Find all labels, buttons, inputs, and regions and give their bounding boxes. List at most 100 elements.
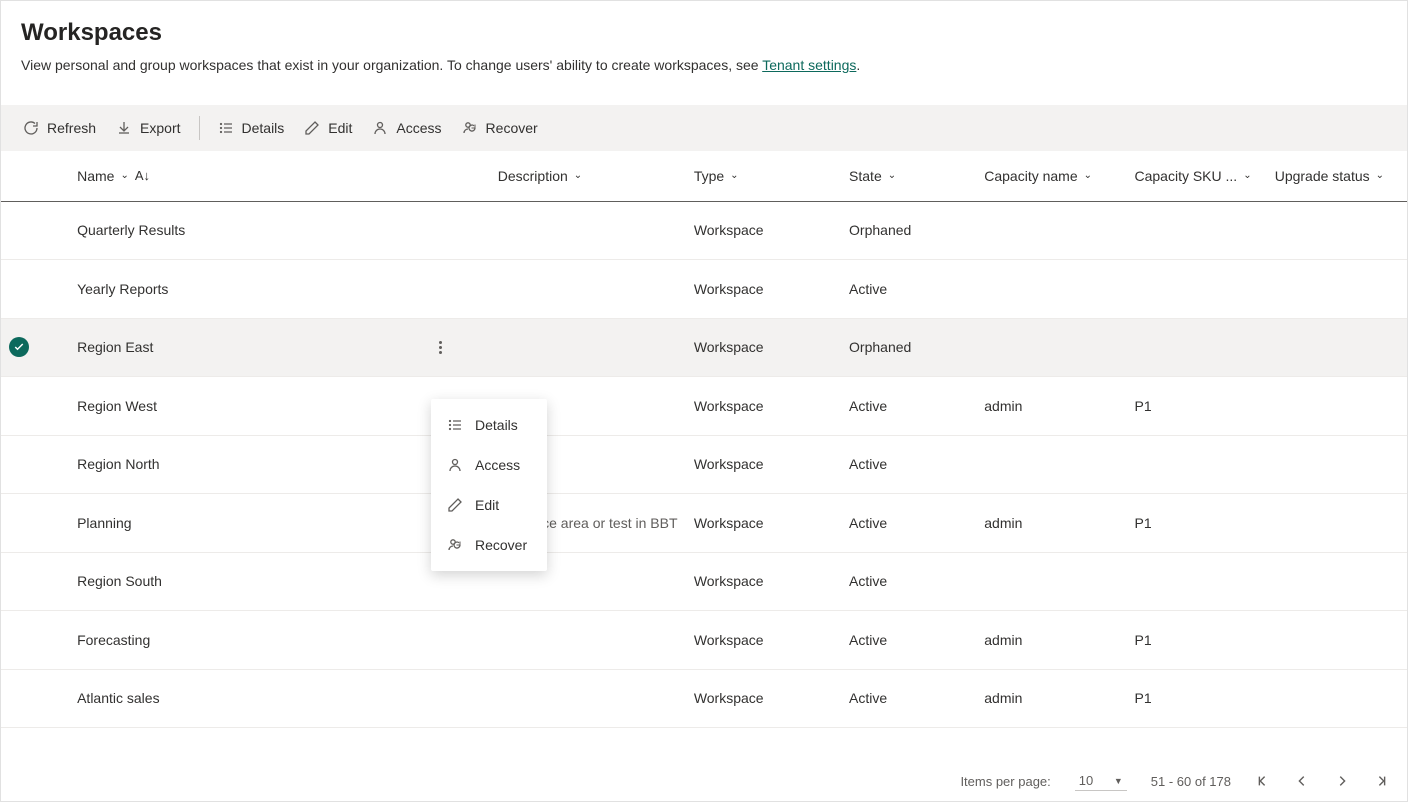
- row-upgrade-status: [1267, 669, 1407, 728]
- row-name: Planning: [77, 515, 132, 531]
- column-type-label: Type: [694, 168, 724, 184]
- row-upgrade-status: [1267, 494, 1407, 553]
- edit-button[interactable]: Edit: [294, 114, 362, 142]
- row-type: Workspace: [686, 201, 841, 260]
- column-header-state[interactable]: State ⌄: [849, 168, 968, 184]
- row-capacity-name: admin: [976, 611, 1126, 670]
- row-capacity-name: [976, 435, 1126, 494]
- table-row[interactable]: PlanningorkSpace area or test in BBTWork…: [1, 494, 1407, 553]
- table-row[interactable]: Yearly Reports WorkspaceActive: [1, 260, 1407, 319]
- row-capacity-sku: P1: [1126, 669, 1266, 728]
- row-type: Workspace: [686, 318, 841, 377]
- first-page-button[interactable]: [1255, 774, 1269, 788]
- refresh-button[interactable]: Refresh: [13, 114, 106, 142]
- row-type: Workspace: [686, 260, 841, 319]
- column-capacity-name-label: Capacity name: [984, 168, 1077, 184]
- column-header-type[interactable]: Type ⌄: [694, 168, 833, 184]
- row-name: Yearly Reports: [77, 281, 168, 297]
- row-capacity-sku: P1: [1126, 611, 1266, 670]
- pencil-icon: [447, 497, 463, 513]
- chevron-down-icon: ⌄: [1376, 170, 1384, 181]
- items-per-page-value: 10: [1079, 773, 1093, 788]
- table-row[interactable]: Quarterly ResultsWorkspaceOrphaned: [1, 201, 1407, 260]
- column-header-description[interactable]: Description ⌄: [498, 168, 678, 184]
- items-per-page-select[interactable]: 10 ▼: [1075, 771, 1127, 791]
- column-header-capacity-name[interactable]: Capacity name ⌄: [984, 168, 1118, 184]
- row-capacity-sku: [1126, 260, 1266, 319]
- access-button[interactable]: Access: [362, 114, 451, 142]
- row-capacity-sku: [1126, 552, 1266, 611]
- table-row[interactable]: Region SouthWorkspaceActive: [1, 552, 1407, 611]
- export-button[interactable]: Export: [106, 114, 190, 142]
- row-name: Region West: [77, 398, 157, 414]
- row-state: Active: [841, 377, 976, 436]
- chevron-down-icon: ⌄: [888, 170, 896, 181]
- recover-button[interactable]: Recover: [452, 114, 548, 142]
- details-button[interactable]: Details: [208, 114, 295, 142]
- row-capacity-sku: [1126, 435, 1266, 494]
- page-description: View personal and group workspaces that …: [21, 57, 1387, 73]
- pencil-icon: [304, 120, 320, 136]
- row-capacity-sku: P1: [1126, 377, 1266, 436]
- context-edit[interactable]: Edit: [431, 485, 547, 525]
- triangle-down-icon: ▼: [1114, 776, 1123, 786]
- recover-icon: [447, 537, 463, 553]
- recover-label: Recover: [486, 120, 538, 136]
- row-state: Active: [841, 611, 976, 670]
- row-name: Forecasting: [77, 632, 150, 648]
- next-page-button[interactable]: [1335, 774, 1349, 788]
- row-description: [490, 318, 686, 377]
- last-page-button[interactable]: [1375, 774, 1389, 788]
- column-header-upgrade-status[interactable]: Upgrade status ⌄: [1275, 168, 1399, 184]
- tenant-settings-link[interactable]: Tenant settings: [762, 57, 856, 73]
- column-capacity-sku-label: Capacity SKU ...: [1134, 168, 1237, 184]
- row-description: [490, 611, 686, 670]
- table-row[interactable]: Region WestWorkspaceActiveadminP1: [1, 377, 1407, 436]
- row-type: Workspace: [686, 494, 841, 553]
- table-row[interactable]: Atlantic salesWorkspaceActiveadminP1: [1, 669, 1407, 728]
- context-recover[interactable]: Recover: [431, 525, 547, 565]
- table-row[interactable]: Region EastWorkspaceOrphaned: [1, 318, 1407, 377]
- row-state: Orphaned: [841, 318, 976, 377]
- row-state: Active: [841, 494, 976, 553]
- prev-page-button[interactable]: [1295, 774, 1309, 788]
- row-state: Active: [841, 260, 976, 319]
- row-description: [490, 260, 686, 319]
- context-menu: Details Access Edit Recover: [431, 399, 547, 571]
- more-options-button[interactable]: [430, 333, 452, 361]
- details-label: Details: [242, 120, 285, 136]
- download-icon: [116, 120, 132, 136]
- export-label: Export: [140, 120, 180, 136]
- list-icon: [218, 120, 234, 136]
- row-upgrade-status: [1267, 377, 1407, 436]
- context-access[interactable]: Access: [431, 445, 547, 485]
- row-name: Quarterly Results: [77, 222, 185, 238]
- context-details[interactable]: Details: [431, 405, 547, 445]
- row-state: Active: [841, 552, 976, 611]
- paginator: Items per page: 10 ▼ 51 - 60 of 178: [960, 771, 1389, 791]
- column-header-name[interactable]: Name ⌄ A↓: [77, 168, 482, 184]
- row-upgrade-status: [1267, 201, 1407, 260]
- chevron-down-icon: ⌄: [730, 170, 738, 181]
- row-upgrade-status: [1267, 260, 1407, 319]
- items-per-page-label: Items per page:: [960, 774, 1050, 789]
- row-state: Active: [841, 435, 976, 494]
- toolbar: Refresh Export Details Edit Access Recov…: [1, 105, 1407, 151]
- column-upgrade-status-label: Upgrade status: [1275, 168, 1370, 184]
- row-upgrade-status: [1267, 552, 1407, 611]
- list-icon: [447, 417, 463, 433]
- chevron-down-icon: ⌄: [1084, 170, 1092, 181]
- edit-label: Edit: [328, 120, 352, 136]
- row-name: Region South: [77, 573, 162, 589]
- chevron-down-icon: ⌄: [574, 170, 582, 181]
- column-state-label: State: [849, 168, 882, 184]
- table-row[interactable]: ForecastingWorkspaceActiveadminP1: [1, 611, 1407, 670]
- access-label: Access: [396, 120, 441, 136]
- column-name-label: Name: [77, 168, 114, 184]
- chevron-down-icon: ⌄: [120, 170, 128, 181]
- column-header-capacity-sku[interactable]: Capacity SKU ... ⌄: [1134, 168, 1258, 184]
- pagination-range: 51 - 60 of 178: [1151, 774, 1231, 789]
- row-description: [490, 201, 686, 260]
- chevron-down-icon: ⌄: [1243, 170, 1251, 181]
- table-row[interactable]: Region NorthWorkspaceActive: [1, 435, 1407, 494]
